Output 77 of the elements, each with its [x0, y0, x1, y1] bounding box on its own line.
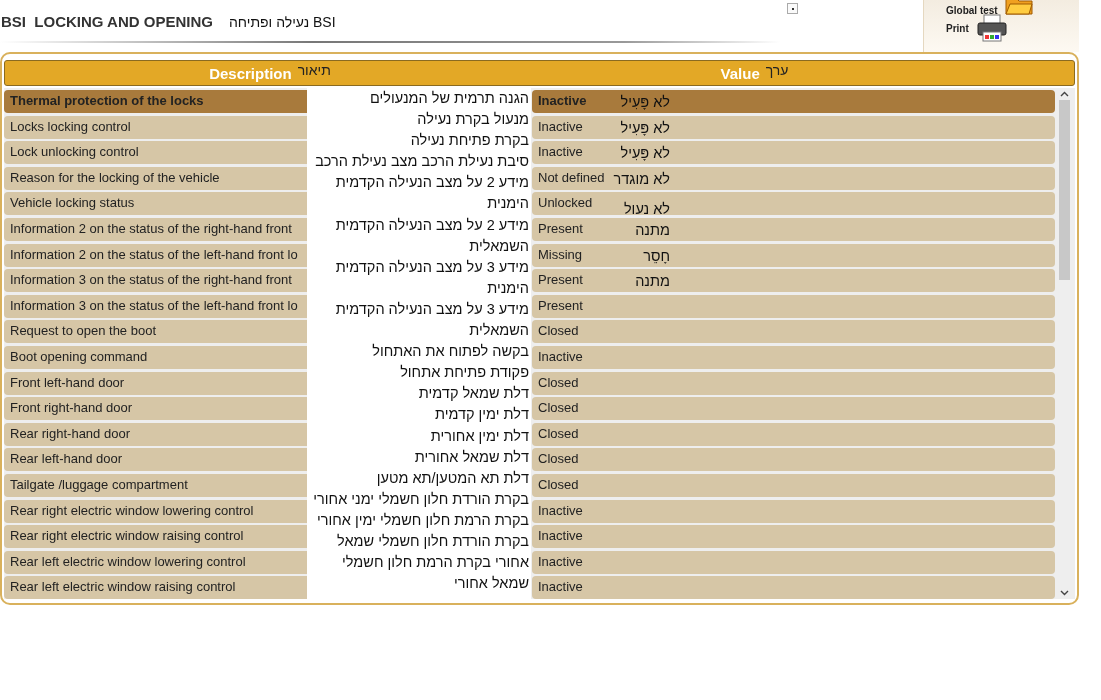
description-cell[interactable]: Front left-hand door	[4, 371, 307, 395]
translation-line: דלת ימין אחורית	[429, 426, 530, 446]
translation-line: מידע 3 על מצב הנעילה הקדמית	[334, 257, 530, 277]
column-header-translation: תיאור	[297, 61, 331, 78]
scroll-thumb[interactable]	[1058, 100, 1070, 280]
value-translation: מתנה	[634, 221, 670, 238]
description-cell[interactable]: Rear right-hand door	[4, 422, 307, 446]
value-cell[interactable]: Closed	[532, 320, 1055, 344]
description-cell[interactable]: Front right-hand door	[4, 397, 307, 421]
translation-line: הימנית	[486, 194, 530, 214]
folder-icon[interactable]	[1003, 0, 1034, 16]
description-cell[interactable]: Rear left electric window raising control	[4, 576, 307, 600]
description-cell[interactable]: Rear right electric window raising control	[4, 525, 307, 549]
page-title: BSI LOCKING AND OPENING	[1, 13, 213, 30]
translation-line: בקרת הורדת חלון חשמלי ימני אחורי	[312, 489, 530, 509]
value-cell[interactable]: Closed	[532, 473, 1055, 497]
printer-icon[interactable]	[974, 14, 1009, 42]
value-cell[interactable]: Closed	[532, 448, 1055, 472]
translation-line: מידע 3 על מצב הנעילה הקדמית	[334, 299, 530, 319]
translation-line: בקרת הרמת חלון חשמלי ימין אחורי	[316, 510, 530, 530]
translation-line: אחורי בקרת הרמת חלון חשמלי	[341, 553, 530, 573]
page-title-translation: BSI נעילה ופתיחה	[228, 13, 336, 30]
value-cell[interactable]: Present	[532, 294, 1055, 318]
translation-line: פקודת פתיחת אתחול	[399, 363, 530, 383]
description-cell[interactable]: Locks locking control	[4, 115, 307, 139]
value-translation: לא פָּעִיל	[619, 119, 670, 136]
value-cell[interactable]: Inactive	[532, 525, 1055, 549]
value-cell[interactable]: Inactive	[532, 550, 1055, 574]
translation-line: בקרת הורדת חלון חשמלי שמאל	[336, 531, 530, 551]
translation-line: השמאלית	[468, 321, 530, 341]
translation-line: סיבת נעילת הרכב מצב נעילת הרכב	[314, 152, 530, 172]
description-cell[interactable]: Rear left electric window lowering control	[4, 550, 307, 574]
toggle-button[interactable]	[787, 3, 798, 14]
value-cell[interactable]: Inactive	[532, 576, 1055, 600]
description-cell[interactable]: Information 3 on the status of the left-hand front lo	[4, 294, 307, 318]
translation-line: מידע 2 על מצב הנעילה הקדמית	[334, 215, 530, 235]
description-cell[interactable]: Information 3 on the status of the right-hand front	[4, 269, 307, 293]
value-cell[interactable]: Inactive	[532, 499, 1055, 523]
translation-line: דלת שמאל אחורית	[413, 447, 530, 467]
column-header: Value	[720, 64, 760, 82]
tool-label[interactable]: Print	[946, 22, 969, 34]
value-translation: לא נעול	[622, 201, 670, 218]
translation-line: השמאלית	[468, 236, 530, 256]
value-translation: לא פָּעִיל	[619, 94, 670, 110]
description-cell[interactable]: Boot opening command	[4, 345, 307, 369]
description-cell[interactable]: Vehicle locking status	[4, 192, 307, 216]
description-cell[interactable]: Tailgate /luggage compartment	[4, 473, 307, 497]
description-cell[interactable]: Thermal protection of the locks	[4, 90, 307, 113]
scroll-up-icon[interactable]	[1059, 91, 1069, 97]
translation-line: הימנית	[486, 278, 530, 298]
tool-label[interactable]: Global test	[946, 5, 998, 16]
translation-line: הגנה תרמית של המנעולים	[369, 89, 530, 108]
value-cell[interactable]: Closed	[532, 397, 1055, 421]
value-translation: מתנה	[634, 273, 670, 290]
translation-line: בקשה לפתוח את האתחול	[371, 342, 530, 362]
description-cell[interactable]: Request to open the boot	[4, 320, 307, 344]
translation-line: בקרת פתיחת נעילה	[409, 131, 530, 151]
value-cell[interactable]: Closed	[532, 371, 1055, 395]
translation-line: מנעול בקרת נעילה	[416, 110, 530, 130]
description-cell[interactable]: Information 2 on the status of the right-hand front	[4, 217, 307, 241]
value-translation: לא פָּעִיל	[619, 145, 670, 162]
value-translation: חָסֵר	[642, 247, 670, 264]
description-cell[interactable]: Rear left-hand door	[4, 448, 307, 472]
translation-line: דלת שמאל קדמית	[417, 384, 530, 404]
description-cell[interactable]: Reason for the locking of the vehicle	[4, 166, 307, 190]
scroll-down-icon[interactable]	[1059, 590, 1069, 597]
description-cell[interactable]: Rear right electric window lowering control	[4, 499, 307, 523]
value-cell[interactable]: Inactive	[532, 345, 1055, 369]
column-header: Description	[209, 64, 292, 82]
column-header-translation: ערך	[765, 61, 789, 78]
description-cell[interactable]: Lock unlocking control	[4, 141, 307, 165]
translation-line: שמאל אחורי	[453, 574, 530, 594]
translation-line: מידע 2 על מצב הנעילה הקדמית	[334, 173, 530, 193]
translation-line: דלת תא המטען/תא מטען	[375, 468, 530, 488]
translation-line: דלת ימין קדמית	[433, 405, 530, 425]
description-cell[interactable]: Information 2 on the status of the left-hand front lo	[4, 243, 307, 267]
value-cell[interactable]: Closed	[532, 422, 1055, 446]
